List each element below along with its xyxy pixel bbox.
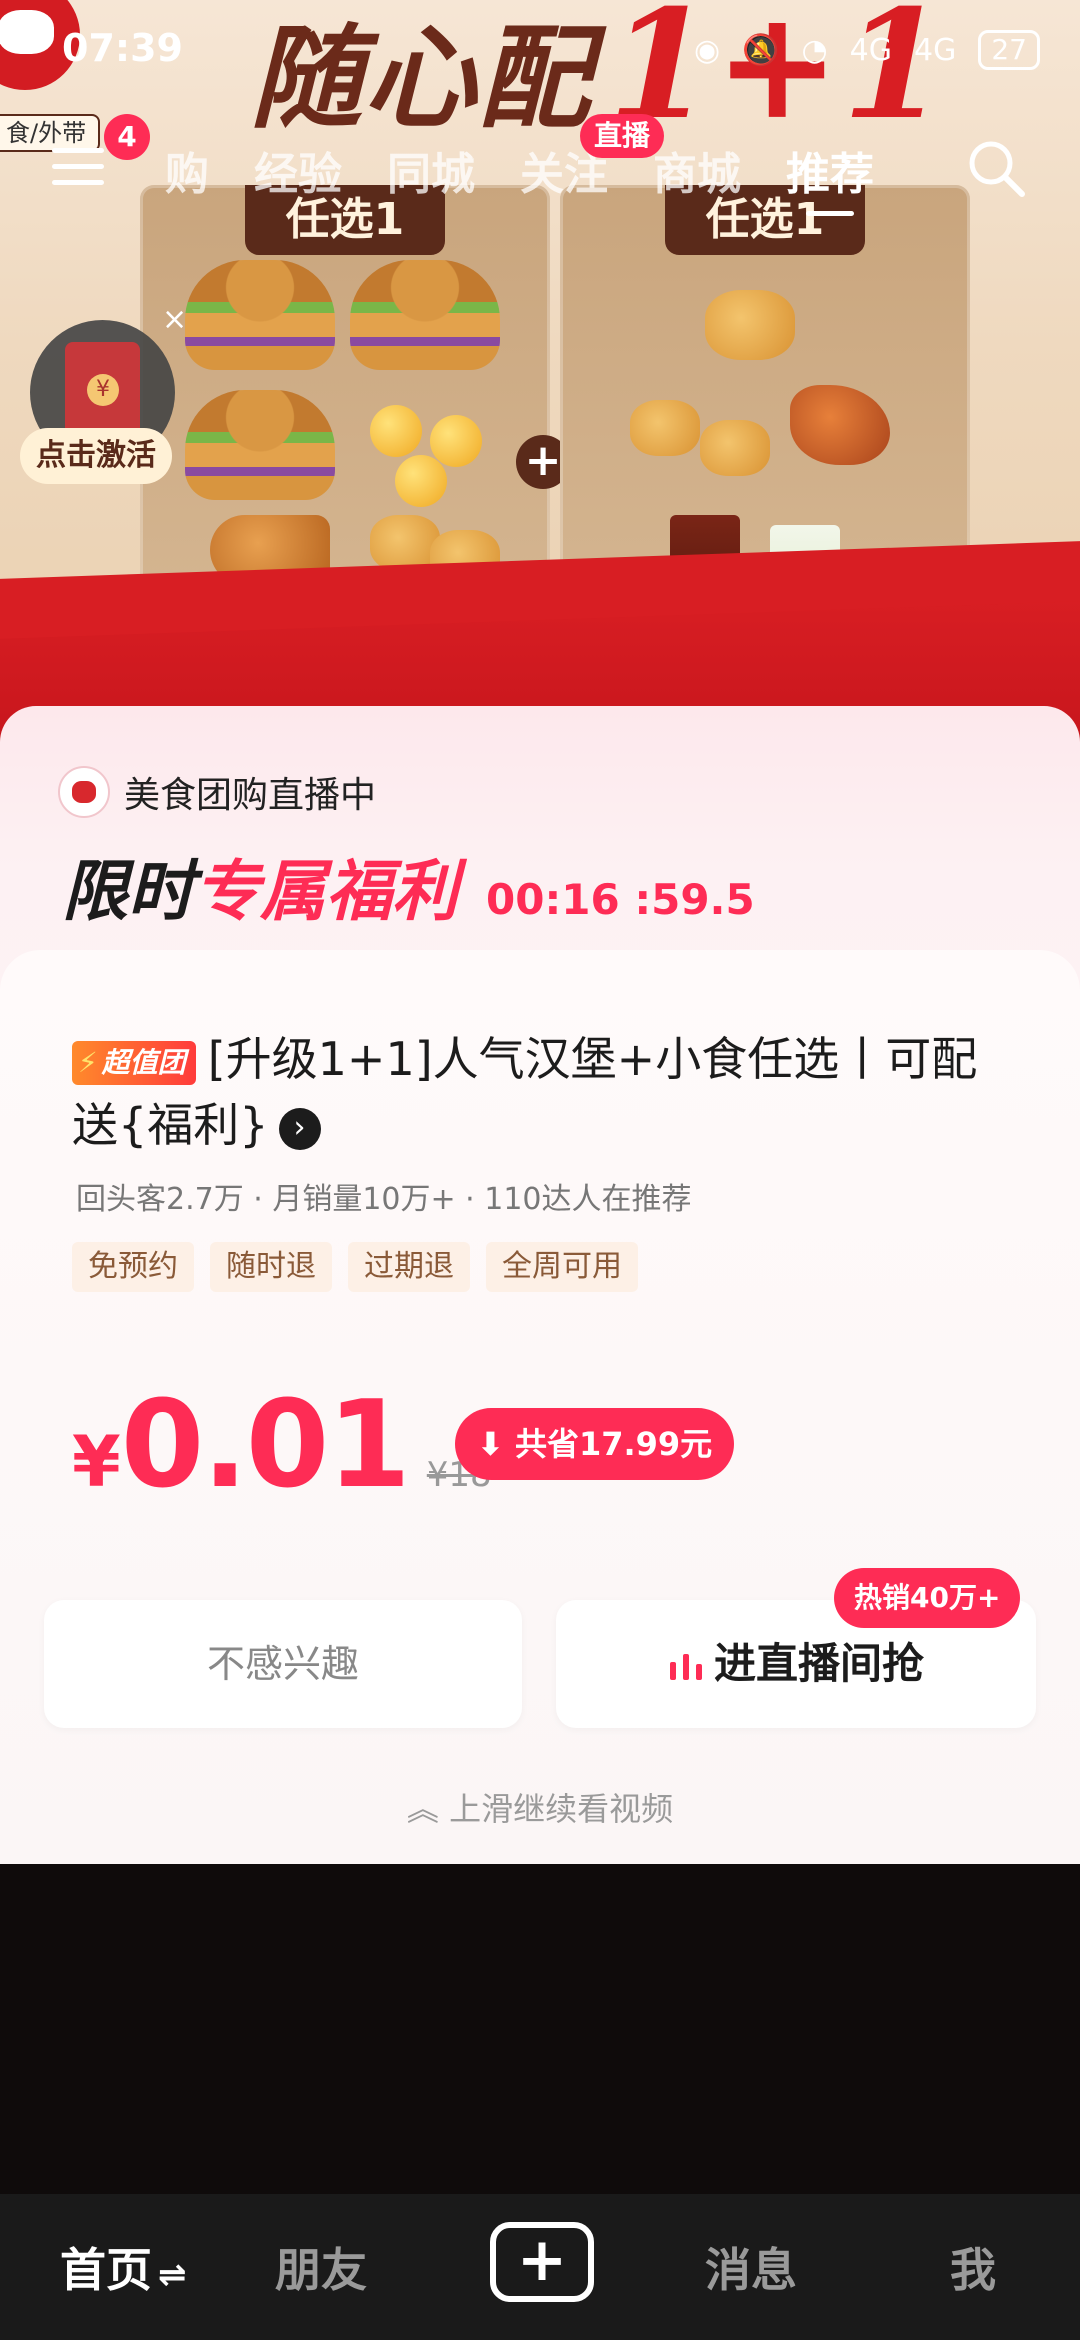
tag-all-week: 全周可用 — [486, 1242, 638, 1292]
status-bar: 07:39 ◉ 🔕 ◔ 4G 4G 27 — [0, 0, 1080, 100]
burger-image — [350, 260, 500, 370]
deal-tags: 免预约 随时退 过期退 全周可用 — [72, 1242, 638, 1292]
tab-mall[interactable]: 商城 — [653, 138, 741, 202]
tag-no-reservation: 免预约 — [72, 1242, 194, 1292]
nav-home[interactable]: 首页 ⇌ — [60, 2234, 187, 2300]
notification-badge: 4 — [104, 114, 150, 160]
status-icons: ◉ 🔕 ◔ 4G 4G 27 — [694, 30, 1040, 70]
mute-icon: 🔕 — [742, 32, 780, 68]
search-icon[interactable] — [965, 137, 1027, 199]
hot-sales-badge: 热销40万+ — [834, 1568, 1021, 1628]
burger-image — [185, 390, 335, 500]
signal-icon: 4G — [849, 32, 893, 68]
avatar[interactable] — [58, 766, 110, 818]
savings-badge: ⬇ 共省17.99元 — [455, 1408, 735, 1480]
food-tab[interactable]: 食/外带 — [0, 114, 101, 152]
swipe-hint[interactable]: ︽ 上滑继续看视频 — [0, 1784, 1080, 1830]
deal-title[interactable]: ⚡ 超值团 [升级1+1]人气汉堡+小食任选丨可配送{福利} › — [72, 1026, 1022, 1158]
price-row: ¥ 0.01 ¥18 — [72, 1376, 492, 1515]
red-envelope-icon — [65, 342, 140, 437]
countdown: 00:16 :59.5 — [486, 875, 755, 924]
switch-icon: ⇌ — [158, 2255, 187, 2295]
live-bars-icon — [669, 1654, 702, 1680]
nav-me[interactable]: 我 — [950, 2234, 996, 2300]
live-header[interactable]: 美食团购直播中 — [58, 766, 376, 818]
create-button[interactable]: + — [490, 2222, 594, 2302]
promo-line: 限时 专属福利 00:16 :59.5 — [62, 838, 755, 934]
chicken-image — [705, 290, 795, 360]
tab-experience[interactable]: 经验 — [254, 138, 342, 202]
tag-refund-anytime: 随时退 — [210, 1242, 332, 1292]
cheese-ball-image — [430, 415, 482, 467]
close-icon[interactable]: × — [162, 302, 187, 337]
currency: ¥ — [72, 1421, 121, 1503]
live-name: 美食团购直播中 — [124, 775, 377, 816]
cheese-ball-image — [395, 455, 447, 507]
chevron-right-icon[interactable]: › — [278, 1107, 321, 1150]
wifi-icon: ◔ — [801, 32, 828, 68]
red-packet-label[interactable]: 点击激活 — [20, 428, 172, 484]
nav-messages[interactable]: 消息 — [705, 2234, 797, 2300]
cheese-ball-image — [370, 405, 422, 457]
menu-icon[interactable] — [52, 148, 104, 188]
promo-black: 限时 — [62, 853, 194, 930]
battery-icon: 27 — [978, 30, 1040, 70]
chevron-up-icon: ︽ — [406, 1790, 439, 1828]
wings-image — [790, 385, 890, 465]
arrow-down-icon: ⬇ — [477, 1425, 504, 1463]
tab-shop[interactable]: 购 — [165, 138, 209, 202]
eye-icon: ◉ — [693, 32, 721, 68]
nugget-image — [630, 400, 700, 456]
bottom-nav: 首页 ⇌ 朋友 + 消息 我 — [0, 2194, 1080, 2340]
tab-recommend[interactable]: 推荐 — [786, 138, 874, 216]
nav-friends[interactable]: 朋友 — [275, 2234, 367, 2300]
product-card: 美食团购直播中 限时 专属福利 00:16 :59.5 ⚡ 超值团 [升级1+1]人… — [0, 706, 1080, 1864]
value-tag: ⚡ 超值团 — [72, 1040, 196, 1085]
tag-expired-refund: 过期退 — [348, 1242, 470, 1292]
price: 0.01 — [120, 1376, 411, 1515]
clock: 07:39 — [62, 26, 183, 70]
promo-red: 专属福利 — [194, 853, 458, 930]
title-text: [升级1+1]人气汉堡+小食任选丨可配送{福利} — [72, 1032, 978, 1152]
signal-icon: 4G — [914, 32, 957, 68]
deal-stats: 回头客2.7万 · 月销量10万+ · 110达人在推荐 — [76, 1182, 692, 1217]
lightning-icon: ⚡ — [78, 1045, 98, 1079]
tab-nearby[interactable]: 同城 — [387, 138, 475, 202]
live-badge[interactable]: 直播 — [580, 114, 665, 158]
top-tabs: 购 经验 同城 关注 商城 推荐 — [165, 138, 874, 216]
not-interested-button[interactable]: 不感兴趣 — [44, 1600, 522, 1728]
nugget-image — [700, 420, 770, 476]
burger-image — [185, 260, 335, 370]
